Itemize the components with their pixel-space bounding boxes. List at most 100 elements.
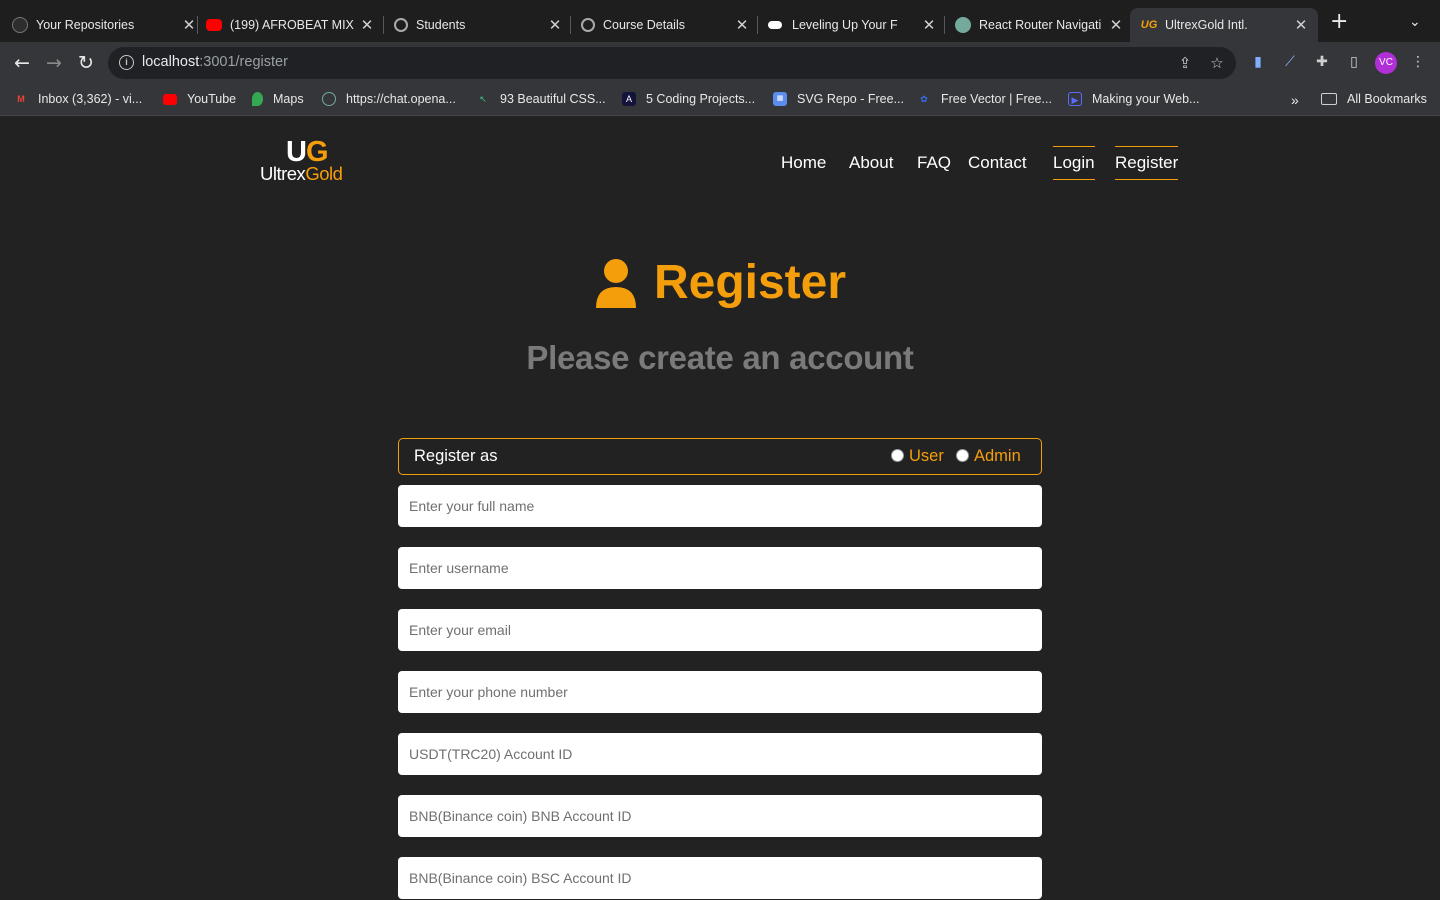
tab-search-icon[interactable]: ⌄ [1409,14,1421,30]
folder-icon [1321,93,1337,105]
bookmark-label: 93 Beautiful CSS... [500,92,606,106]
nav-about[interactable]: About [849,146,893,180]
nav-contact[interactable]: Contact [968,146,1027,180]
bookmark-css[interactable]: ↖ 93 Beautiful CSS... [476,92,606,106]
tab-course-details[interactable]: Course Details ✕ [581,8,751,42]
site-logo[interactable]: UG UltrexGold [258,137,362,185]
admin-radio[interactable] [956,449,969,462]
side-panel-icon[interactable]: ▯ [1345,54,1363,72]
docs-extension-icon[interactable]: ▮ [1249,54,1267,72]
forward-icon[interactable]: → [42,51,66,75]
register-page: UG UltrexGold Home About FAQ Contact Log… [0,117,1440,900]
user-icon [595,259,636,308]
user-radio-label[interactable]: User [909,447,944,466]
close-icon[interactable]: ✕ [920,16,938,34]
bookmark-label: Maps [273,92,304,106]
bookmark-inbox[interactable]: M Inbox (3,362) - vi... [14,92,142,106]
bookmark-free-vector[interactable]: ✿ Free Vector | Free... [917,92,1052,106]
gmail-icon: M [17,94,25,104]
bookmark-label: 5 Coding Projects... [646,92,756,106]
color-picker-extension-icon[interactable]: ⟋ [1281,54,1299,72]
tab-ultrexgold[interactable]: UG UltrexGold Intl. ✕ [1130,8,1318,42]
bookmark-label: Inbox (3,362) - vi... [38,92,143,106]
tab-title: Course Details [603,18,685,32]
url-path: :3001/register [199,54,288,70]
tab-title: Leveling Up Your F [792,18,898,32]
url-text[interactable]: localhost:3001/register [142,54,288,70]
youtube-icon [206,19,222,31]
nav-faq[interactable]: FAQ [917,146,951,180]
nav-login[interactable]: Login [1053,146,1095,180]
tab-title: Your Repositories [36,18,135,32]
username-field[interactable] [398,547,1042,589]
globe-icon [394,18,408,32]
browser-tab-strip: Your Repositories ✕ (199) AFROBEAT MIX ✕… [0,0,1440,42]
svgrepo-icon: ▦ [773,92,787,106]
github-icon [12,17,28,33]
profile-avatar[interactable]: VC [1375,52,1397,74]
tab-students[interactable]: Students ✕ [394,8,564,42]
chatgpt-icon [955,17,971,33]
usdt-account-field[interactable] [398,733,1042,775]
ultrexgold-icon: UG [1140,19,1158,31]
nav-home[interactable]: Home [781,146,826,180]
close-icon[interactable]: ✕ [733,16,751,34]
full-name-field[interactable] [398,485,1042,527]
logo-wordmark: UltrexGold [260,163,343,184]
tab-title: Students [416,18,466,32]
close-icon[interactable]: ✕ [1292,16,1310,34]
bookmark-svg-repo[interactable]: ▦ SVG Repo - Free... [773,92,904,106]
tab-react-router[interactable]: React Router Navigati ✕ [955,8,1125,42]
url-host: localhost [142,54,200,70]
tab-title: (199) AFROBEAT MIX [230,18,354,32]
reload-icon[interactable]: ↻ [74,51,98,75]
address-bar[interactable]: i localhost:3001/register ⇪ ☆ [108,47,1236,79]
all-bookmarks-button[interactable]: All Bookmarks [1321,92,1427,106]
bookmark-label: Free Vector | Free... [941,92,1052,106]
new-tab-button[interactable]: + [1330,11,1348,33]
maps-icon [252,92,263,106]
bookmark-chatgpt[interactable]: https://chat.opena... [322,92,456,106]
user-radio[interactable] [891,449,904,462]
tab-leveling-up[interactable]: Leveling Up Your F ✕ [768,8,938,42]
bookmark-youtube[interactable]: YouTube [163,92,236,106]
register-as-label: Register as [414,447,498,465]
menu-kebab-icon[interactable]: ⋮ [1409,54,1427,72]
bookmarks-bar: M Inbox (3,362) - vi... YouTube Maps http… [0,84,1440,116]
close-icon[interactable]: ✕ [546,16,564,34]
tab-title: UltrexGold Intl. [1165,18,1248,32]
bookmark-coding-projects[interactable]: A 5 Coding Projects... [622,92,755,106]
bsc-account-field[interactable] [398,857,1042,899]
bookmark-label: Making your Web... [1092,92,1200,106]
site-info-icon[interactable]: i [119,55,134,70]
bookmark-star-icon[interactable]: ☆ [1208,54,1226,72]
phone-number-field[interactable] [398,671,1042,713]
share-icon[interactable]: ⇪ [1176,54,1194,72]
extensions-puzzle-icon[interactable]: ✚ [1313,54,1331,72]
back-icon[interactable]: ← [10,51,34,75]
close-icon[interactable]: ✕ [1107,16,1125,34]
bnb-account-field[interactable] [398,795,1042,837]
close-icon[interactable]: ✕ [358,16,376,34]
admin-radio-label[interactable]: Admin [974,447,1021,466]
bookmarks-overflow-button[interactable]: » [1291,92,1299,108]
angular-icon: A [622,92,636,106]
play-icon: ▶ [1068,92,1082,106]
bookmark-label: SVG Repo - Free... [797,92,904,106]
register-as-selector: Register as User Admin [398,438,1042,475]
bookmark-maps[interactable]: Maps [252,92,304,106]
tab-afrobeat-mix[interactable]: (199) AFROBEAT MIX ✕ [206,8,376,42]
bookmark-making-web[interactable]: ▶ Making your Web... [1068,92,1199,106]
youtube-icon [163,93,177,105]
tab-your-repositories[interactable]: Your Repositories ✕ [12,8,198,42]
page-subtitle: Please create an account [526,339,914,376]
nav-register[interactable]: Register [1115,146,1179,180]
freepik-icon: ✿ [920,94,928,104]
all-bookmarks-label: All Bookmarks [1347,92,1427,106]
bookmark-label: https://chat.opena... [346,92,456,106]
page-title: Register [653,256,847,309]
close-icon[interactable]: ✕ [180,16,198,34]
medium-icon [768,21,782,29]
browser-toolbar: ← → ↻ i localhost:3001/register ⇪ ☆ ▮ ⟋ … [0,42,1440,84]
email-field[interactable] [398,609,1042,651]
